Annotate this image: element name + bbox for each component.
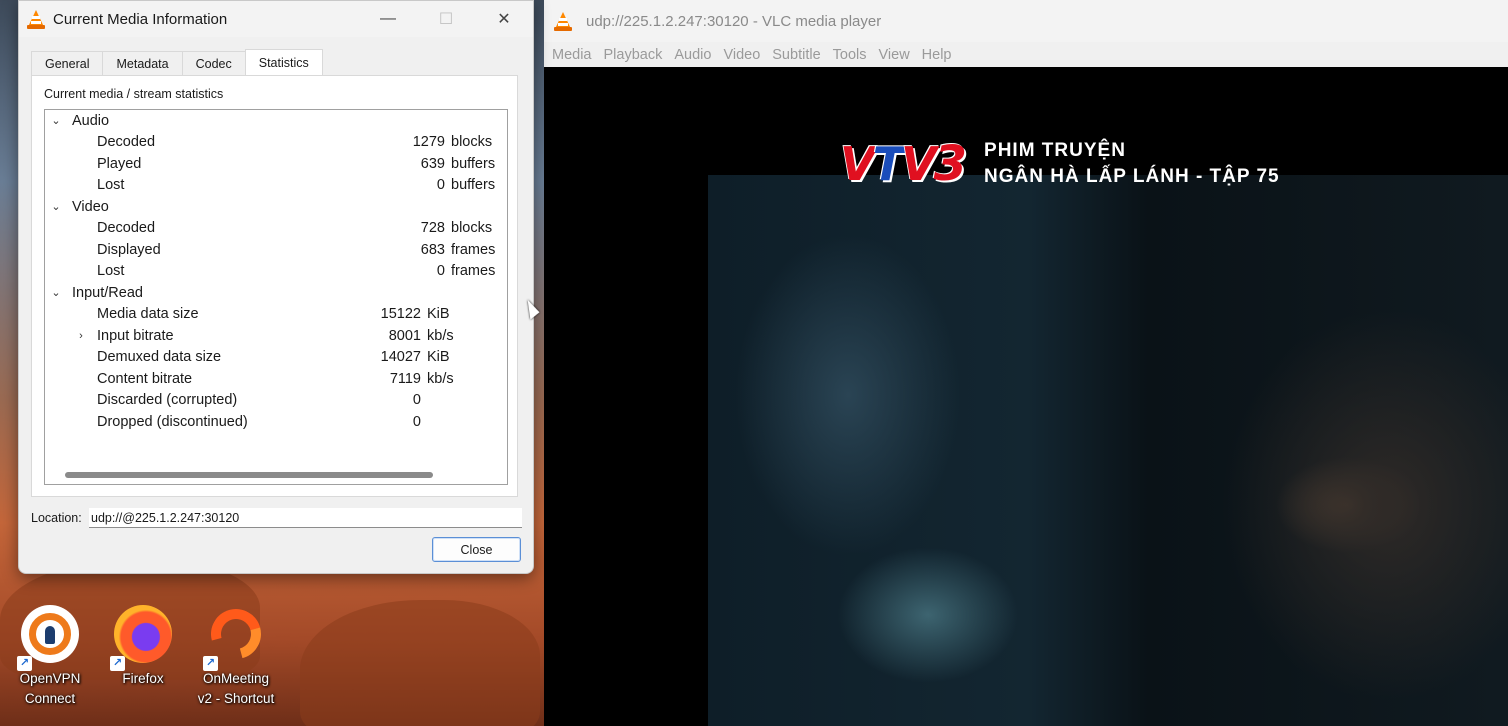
vtv3-logo: VTV3 xyxy=(840,136,967,192)
tree-group-video[interactable]: ⌄ Video xyxy=(45,197,507,218)
menu-subtitle[interactable]: Subtitle xyxy=(766,47,826,63)
media-info-dialog: Current Media Information — ☐ ✕ General … xyxy=(18,0,534,574)
tab-codec[interactable]: Codec xyxy=(181,51,246,75)
video-frame xyxy=(708,175,1508,726)
dialog-title: Current Media Information xyxy=(53,10,228,28)
stat-unit: kb/s xyxy=(427,371,454,387)
menu-tools[interactable]: Tools xyxy=(827,47,873,63)
menu-media[interactable]: Media xyxy=(546,47,598,63)
tab-statistics[interactable]: Statistics xyxy=(244,49,323,75)
menu-audio[interactable]: Audio xyxy=(668,47,717,63)
tree-row[interactable]: Lost 0 buffers xyxy=(45,175,507,196)
program-caption: PHIM TRUYỆN NGÂN HÀ LẤP LÁNH - TẬP 75 xyxy=(984,138,1280,190)
stat-value: 0 xyxy=(436,177,445,193)
menu-help[interactable]: Help xyxy=(916,47,958,63)
location-field[interactable] xyxy=(89,508,522,528)
dialog-tabs: General Metadata Codec Statistics xyxy=(31,49,323,75)
stat-value: 728 xyxy=(420,220,445,236)
tree-row[interactable]: Dropped (discontinued) 0 xyxy=(45,412,507,433)
tree-row[interactable]: Decoded 1279 blocks xyxy=(45,132,507,153)
desktop-rock xyxy=(300,600,540,726)
stat-value: 15122 xyxy=(380,306,421,322)
caption-line-1: PHIM TRUYỆN xyxy=(984,140,1126,161)
chevron-right-icon[interactable]: › xyxy=(75,326,87,347)
shortcut-arrow-icon: ↗ xyxy=(17,656,32,671)
desktop-icon-onmeeting[interactable]: ↗ OnMeeting v2 - Shortcut xyxy=(196,599,276,709)
stat-value: 14027 xyxy=(380,349,421,365)
stat-unit: buffers xyxy=(451,177,496,193)
stat-value: 0 xyxy=(412,392,421,408)
chevron-down-icon[interactable]: ⌄ xyxy=(50,283,62,304)
location-row: Location: xyxy=(31,508,522,528)
maximize-button: ☐ xyxy=(438,11,454,28)
video-area[interactable]: VTV3 PHIM TRUYỆN NGÂN HÀ LẤP LÁNH - TẬP … xyxy=(544,67,1508,726)
tree-row[interactable]: Played 639 buffers xyxy=(45,154,507,175)
stat-unit: blocks xyxy=(451,220,493,236)
shortcut-arrow-icon: ↗ xyxy=(110,656,125,671)
firefox-icon: ↗ xyxy=(110,605,172,671)
menu-video[interactable]: Video xyxy=(717,47,766,63)
horizontal-scrollbar[interactable] xyxy=(65,472,433,478)
desktop-icon-firefox[interactable]: ↗ Firefox xyxy=(103,605,183,689)
tree-group-input[interactable]: ⌄ Input/Read xyxy=(45,283,507,304)
desktop-icon-label: OnMeeting v2 - Shortcut xyxy=(197,671,275,706)
onmeeting-icon: ↗ xyxy=(201,599,271,671)
close-button[interactable]: Close xyxy=(432,537,521,562)
close-window-button[interactable]: ✕ xyxy=(475,1,533,37)
stat-unit: frames xyxy=(451,242,496,258)
stat-value: 0 xyxy=(412,414,421,430)
tree-group-audio[interactable]: ⌄ Audio xyxy=(45,111,507,132)
dialog-titlebar[interactable]: Current Media Information — ☐ ✕ xyxy=(19,1,533,37)
tree-row[interactable]: Demuxed data size 14027 KiB xyxy=(45,347,507,368)
tree-label: Video xyxy=(72,199,109,215)
vlc-window-title: udp://225.1.2.247:30120 - VLC media play… xyxy=(586,12,882,30)
tree-label: Input/Read xyxy=(72,285,143,301)
chevron-down-icon[interactable]: ⌄ xyxy=(50,197,62,218)
tab-metadata[interactable]: Metadata xyxy=(102,51,183,75)
vlc-window: udp://225.1.2.247:30120 - VLC media play… xyxy=(544,0,1508,726)
tree-row[interactable]: Displayed 683 frames xyxy=(45,240,507,261)
openvpn-icon: ↗ xyxy=(17,605,79,671)
tree-row[interactable]: Decoded 728 blocks xyxy=(45,218,507,239)
vlc-cone-icon xyxy=(27,9,45,29)
tree-row[interactable]: Lost 0 frames xyxy=(45,261,507,282)
statistics-panel: Current media / stream statistics ⌄ Audi… xyxy=(31,75,518,497)
tree-row[interactable]: › Input bitrate 8001 kb/s xyxy=(45,326,507,347)
location-label: Location: xyxy=(31,511,82,525)
tree-row[interactable]: Content bitrate 7119 kb/s xyxy=(45,369,507,390)
stat-unit: kb/s xyxy=(427,328,454,344)
stat-unit: KiB xyxy=(427,349,450,365)
stat-unit: blocks xyxy=(451,134,493,150)
vlc-cone-icon xyxy=(554,11,572,31)
tree-row[interactable]: Media data size 15122 KiB xyxy=(45,304,507,325)
caption-line-2: NGÂN HÀ LẤP LÁNH - TẬP 75 xyxy=(984,166,1280,187)
menu-view[interactable]: View xyxy=(873,47,916,63)
stat-unit: buffers xyxy=(451,156,496,172)
stat-unit: KiB xyxy=(427,306,450,322)
stat-value: 1279 xyxy=(412,134,445,150)
stat-value: 8001 xyxy=(388,328,421,344)
desktop-icon-label: OpenVPN Connect xyxy=(19,671,81,706)
shortcut-arrow-icon: ↗ xyxy=(203,656,218,671)
chevron-down-icon[interactable]: ⌄ xyxy=(50,111,62,132)
section-heading: Current media / stream statistics xyxy=(44,87,224,101)
channel-overlay: VTV3 PHIM TRUYỆN NGÂN HÀ LẤP LÁNH - TẬP … xyxy=(840,138,1280,190)
mouse-cursor-icon xyxy=(527,298,541,320)
stat-value: 0 xyxy=(436,263,445,279)
minimize-button[interactable]: — xyxy=(359,1,417,37)
stat-value: 639 xyxy=(420,156,445,172)
vlc-titlebar[interactable]: udp://225.1.2.247:30120 - VLC media play… xyxy=(544,0,1508,42)
tree-label: Audio xyxy=(72,113,110,129)
tab-general[interactable]: General xyxy=(31,51,104,75)
desktop-icon-openvpn[interactable]: ↗ OpenVPN Connect xyxy=(10,605,90,709)
vlc-menubar: Media Playback Audio Video Subtitle Tool… xyxy=(544,42,1508,67)
statistics-tree[interactable]: ⌄ Audio Decoded 1279 blocks Played 639 buf… xyxy=(44,109,508,485)
stat-value: 7119 xyxy=(389,371,421,387)
menu-playback[interactable]: Playback xyxy=(598,47,669,63)
desktop-icon-label: Firefox xyxy=(122,671,164,686)
tree-row[interactable]: Discarded (corrupted) 0 xyxy=(45,390,507,411)
stat-unit: frames xyxy=(451,263,496,279)
stat-value: 683 xyxy=(420,242,445,258)
